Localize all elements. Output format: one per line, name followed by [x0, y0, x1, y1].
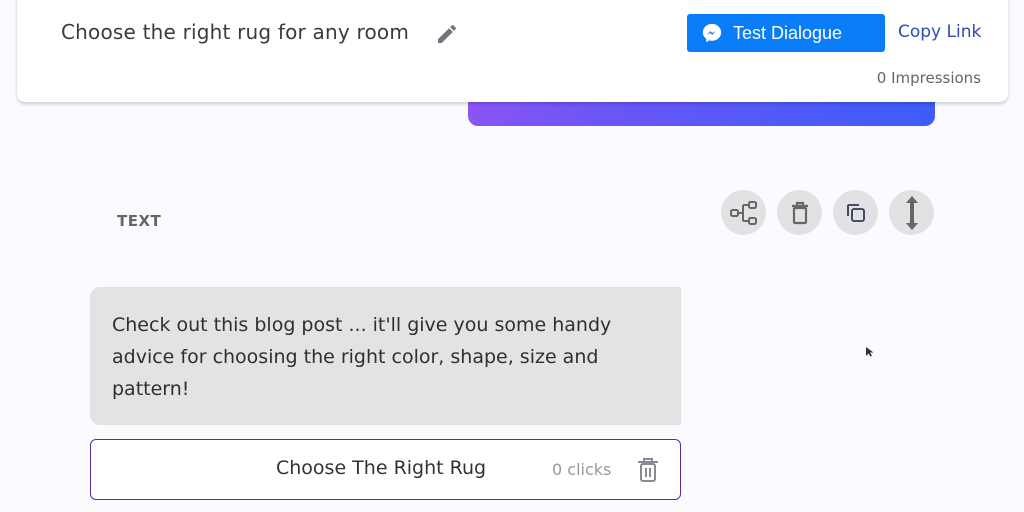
flow-diagram-icon [729, 200, 757, 225]
duplicate-button[interactable] [833, 190, 878, 235]
copy-icon [846, 203, 865, 222]
dialogue-title: Choose the right rug for any room [61, 20, 409, 44]
mouse-cursor-icon [866, 347, 874, 357]
trash-icon[interactable] [636, 456, 660, 484]
message-text-bubble[interactable]: Check out this blog post ... it'll give … [90, 287, 681, 425]
link-clicks-count: 0 clicks [552, 460, 612, 479]
pencil-icon[interactable] [435, 22, 459, 46]
copy-link[interactable]: Copy Link [898, 22, 981, 42]
test-dialogue-label: Test Dialogue [733, 22, 843, 43]
test-dialogue-button[interactable]: Test Dialogue [687, 14, 885, 52]
messenger-icon [702, 23, 722, 43]
message-text: Check out this blog post ... it'll give … [112, 314, 612, 400]
flow-button[interactable] [721, 190, 766, 235]
section-type-label: TEXT [117, 212, 162, 230]
trash-icon [791, 201, 808, 224]
link-button[interactable]: Choose The Right Rug 0 clicks [90, 439, 681, 500]
header-card: Choose the right rug for any room Test D… [17, 0, 1008, 102]
impressions-count: 0 Impressions [876, 69, 981, 87]
link-button-label: Choose The Right Rug [276, 457, 487, 479]
move-button[interactable] [889, 190, 934, 235]
vertical-arrows-icon [905, 195, 918, 230]
delete-button[interactable] [777, 190, 822, 235]
